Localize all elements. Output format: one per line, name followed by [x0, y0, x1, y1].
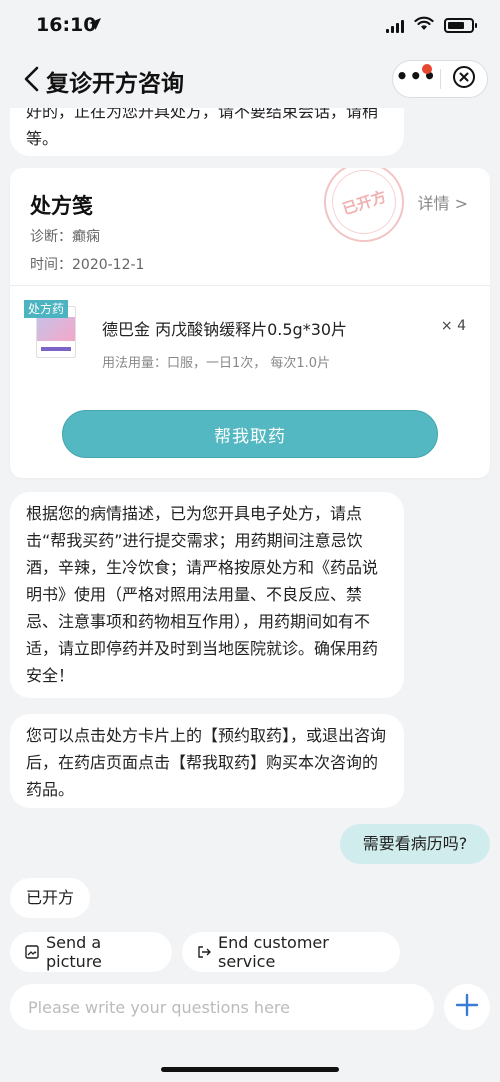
send-picture-label: Send a picture — [46, 933, 102, 971]
diagnosis-value: 癫痫 — [72, 229, 100, 245]
time-row: 时间：2020-12-1 — [30, 254, 144, 274]
plus-icon — [455, 993, 479, 1021]
prescribed-stamp: 已开方 — [313, 168, 415, 253]
time-value: 2020-12-1 — [72, 257, 145, 273]
question-input[interactable] — [10, 984, 434, 1030]
message-text: 好的，正在为您开具处方，请不要结束会话，请稍等。 — [26, 108, 379, 148]
status-indicators — [386, 16, 477, 35]
close-circle-icon — [452, 65, 476, 93]
home-indicator — [161, 1067, 339, 1072]
drug-quantity: × 4 — [440, 318, 466, 334]
rx-tag: 处方药 — [24, 300, 69, 318]
notification-dot — [421, 64, 432, 74]
message-text: 需要看病历吗? — [362, 834, 468, 853]
signal-icon — [386, 19, 404, 33]
nav-bar: 复诊开方咨询 ••• — [0, 50, 500, 108]
drug-item[interactable]: 处方药 德巴金 丙戊酸钠缓释片0.5g*30片 × 4 用法用量：口服，一日1次… — [10, 286, 490, 396]
more-button[interactable]: ••• — [393, 61, 440, 97]
drug-name: 德巴金 丙戊酸钠缓释片0.5g*30片 — [102, 320, 348, 339]
diagnosis-row: 诊断：癫痫 — [30, 226, 100, 246]
diagnosis-label: 诊断： — [30, 229, 72, 245]
user-message-bubble: 需要看病历吗? — [340, 824, 490, 864]
message-bubble: 已开方 — [10, 878, 90, 918]
location-arrow-icon — [88, 16, 102, 35]
battery-icon — [444, 18, 477, 33]
drug-image: 处方药 — [24, 300, 82, 360]
image-icon — [24, 944, 40, 960]
status-bar: 16:10 — [0, 0, 500, 50]
wifi-icon — [414, 16, 434, 35]
prescription-card[interactable]: 已开方 处方笺 详情 > 诊断：癫痫 时间：2020-12-1 处方药 德巴金 … — [10, 168, 490, 478]
add-button[interactable] — [444, 984, 490, 1030]
end-service-button[interactable]: End customer service — [182, 932, 400, 972]
back-icon[interactable] — [20, 66, 44, 92]
close-button[interactable] — [440, 61, 487, 97]
end-service-label: End customer service — [218, 933, 329, 971]
get-medicine-button[interactable]: 帮我取药 — [62, 410, 438, 458]
message-bubble: 好的，正在为您开具处方，请不要结束会话，请稍等。 — [10, 108, 404, 156]
mini-program-capsule: ••• — [392, 60, 488, 98]
send-picture-button[interactable]: Send a picture — [10, 932, 172, 972]
page-title: 复诊开方咨询 — [46, 71, 184, 97]
drug-usage: 用法用量：口服，一日1次， 每次1.0片 — [102, 356, 331, 371]
chat-area[interactable]: 好的，正在为您开具处方，请不要结束会话，请稍等。 已开方 处方笺 详情 > 诊断… — [0, 108, 500, 928]
message-text: 您可以点击处方卡片上的【预约取药】，或退出咨询后，在药店页面点击【帮我取药】购买… — [26, 726, 387, 799]
time-label: 时间： — [30, 257, 72, 273]
prescription-detail-link[interactable]: 详情 > — [418, 190, 469, 214]
message-bubble: 您可以点击处方卡片上的【预约取药】，或退出咨询后，在药店页面点击【帮我取药】购买… — [10, 714, 404, 808]
message-text: 已开方 — [25, 888, 74, 907]
exit-icon — [196, 944, 212, 960]
prescription-title: 处方笺 — [30, 194, 93, 218]
message-text: 根据您的病情描述，已为您开具电子处方，请点击“帮我买药”进行提交需求；用药期间注… — [26, 504, 379, 685]
message-bubble: 根据您的病情描述，已为您开具电子处方，请点击“帮我买药”进行提交需求；用药期间注… — [10, 492, 404, 698]
